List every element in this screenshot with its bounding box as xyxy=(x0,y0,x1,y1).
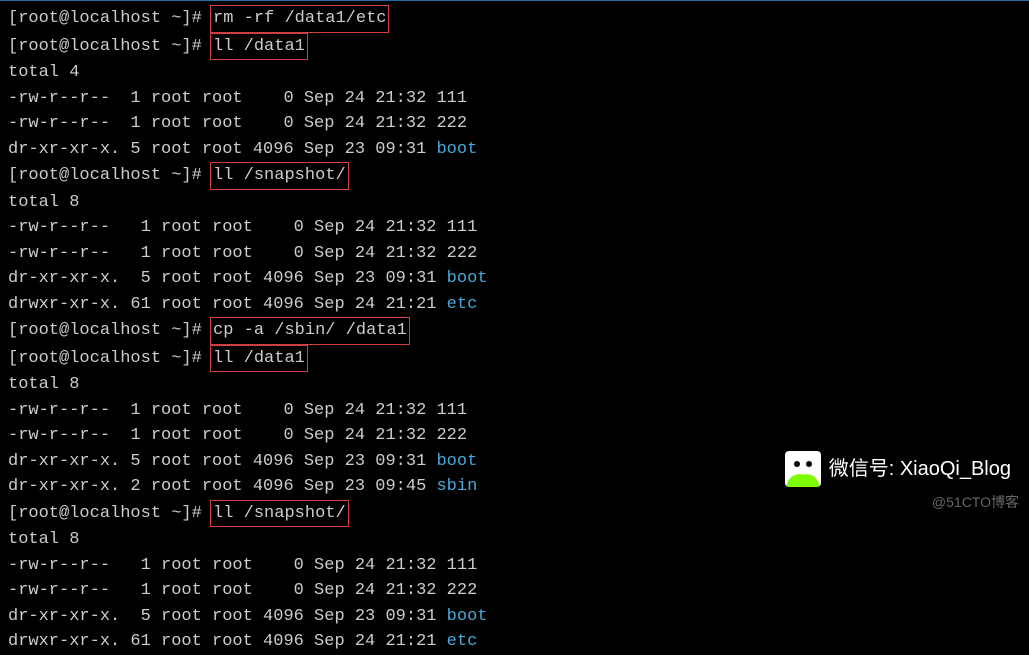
file-meta: drwxr-xr-x. 61 root root 4096 Sep 24 21:… xyxy=(8,295,447,314)
terminal-output: [root@localhost ~]# rm -rf /data1/etc[ro… xyxy=(8,5,1021,655)
command-text: cp -a /sbin/ /data1 xyxy=(210,317,410,345)
file-meta: -rw-r--r-- 1 root root 0 Sep 24 21:32 xyxy=(8,401,436,420)
shell-prompt: [root@localhost ~]# xyxy=(8,37,212,56)
watermark: 微信号: XiaoQi_Blog xyxy=(785,451,1011,487)
file-name: 222 xyxy=(447,244,478,263)
shell-prompt: [root@localhost ~]# xyxy=(8,504,212,523)
total-line: total 8 xyxy=(8,190,1021,216)
file-meta: -rw-r--r-- 1 root root 0 Sep 24 21:32 xyxy=(8,244,447,263)
file-name: 111 xyxy=(447,218,478,237)
command-text: ll /data1 xyxy=(210,345,308,373)
file-row: drwxr-xr-x. 61 root root 4096 Sep 24 21:… xyxy=(8,629,1021,655)
file-row: -rw-r--r-- 1 root root 0 Sep 24 21:32 11… xyxy=(8,398,1021,424)
file-meta: -rw-r--r-- 1 root root 0 Sep 24 21:32 xyxy=(8,581,447,600)
file-meta: dr-xr-xr-x. 5 root root 4096 Sep 23 09:3… xyxy=(8,607,447,626)
shell-prompt: [root@localhost ~]# xyxy=(8,166,212,185)
file-meta: -rw-r--r-- 1 root root 0 Sep 24 21:32 xyxy=(8,426,436,445)
file-meta: -rw-r--r-- 1 root root 0 Sep 24 21:32 xyxy=(8,114,436,133)
credit-label: @51CTO博客 xyxy=(932,492,1019,513)
prompt-line: [root@localhost ~]# ll /snapshot/ xyxy=(8,162,1021,190)
file-name: 111 xyxy=(436,89,467,108)
command-text: ll /data1 xyxy=(210,33,308,61)
file-meta: drwxr-xr-x. 61 root root 4096 Sep 24 21:… xyxy=(8,632,447,651)
command-text: ll /snapshot/ xyxy=(210,500,349,528)
shell-prompt: [root@localhost ~]# xyxy=(8,321,212,340)
shell-prompt: [root@localhost ~]# xyxy=(8,349,212,368)
command-text: rm -rf /data1/etc xyxy=(210,5,389,33)
file-meta: dr-xr-xr-x. 5 root root 4096 Sep 23 09:3… xyxy=(8,452,436,471)
prompt-line: [root@localhost ~]# ll /data1 xyxy=(8,33,1021,61)
prompt-line: [root@localhost ~]# cp -a /sbin/ /data1 xyxy=(8,317,1021,345)
watermark-label: 微信号: XiaoQi_Blog xyxy=(829,454,1011,484)
file-name: sbin xyxy=(436,477,477,496)
total-line: total 4 xyxy=(8,60,1021,86)
file-name: 111 xyxy=(447,556,478,575)
file-row: -rw-r--r-- 1 root root 0 Sep 24 21:32 22… xyxy=(8,241,1021,267)
file-meta: -rw-r--r-- 1 root root 0 Sep 24 21:32 xyxy=(8,89,436,108)
total-line: total 8 xyxy=(8,372,1021,398)
file-meta: dr-xr-xr-x. 5 root root 4096 Sep 23 09:3… xyxy=(8,140,436,159)
prompt-line: [root@localhost ~]# ll /snapshot/ xyxy=(8,500,1021,528)
file-row: dr-xr-xr-x. 5 root root 4096 Sep 23 09:3… xyxy=(8,266,1021,292)
file-name: 222 xyxy=(436,114,467,133)
file-name: etc xyxy=(447,632,478,651)
prompt-line: [root@localhost ~]# ll /data1 xyxy=(8,345,1021,373)
wechat-icon xyxy=(785,451,821,487)
file-meta: dr-xr-xr-x. 5 root root 4096 Sep 23 09:3… xyxy=(8,269,447,288)
file-name: boot xyxy=(447,607,488,626)
file-name: boot xyxy=(447,269,488,288)
file-row: drwxr-xr-x. 61 root root 4096 Sep 24 21:… xyxy=(8,292,1021,318)
file-name: boot xyxy=(436,140,477,159)
file-meta: -rw-r--r-- 1 root root 0 Sep 24 21:32 xyxy=(8,218,447,237)
file-row: -rw-r--r-- 1 root root 0 Sep 24 21:32 22… xyxy=(8,423,1021,449)
file-row: -rw-r--r-- 1 root root 0 Sep 24 21:32 11… xyxy=(8,553,1021,579)
file-meta: -rw-r--r-- 1 root root 0 Sep 24 21:32 xyxy=(8,556,447,575)
file-meta: dr-xr-xr-x. 2 root root 4096 Sep 23 09:4… xyxy=(8,477,436,496)
file-row: dr-xr-xr-x. 5 root root 4096 Sep 23 09:3… xyxy=(8,604,1021,630)
file-name: 222 xyxy=(436,426,467,445)
file-name: 111 xyxy=(436,401,467,420)
file-row: dr-xr-xr-x. 5 root root 4096 Sep 23 09:3… xyxy=(8,137,1021,163)
file-name: boot xyxy=(436,452,477,471)
file-row: -rw-r--r-- 1 root root 0 Sep 24 21:32 22… xyxy=(8,111,1021,137)
total-line: total 8 xyxy=(8,527,1021,553)
file-row: -rw-r--r-- 1 root root 0 Sep 24 21:32 11… xyxy=(8,86,1021,112)
command-text: ll /snapshot/ xyxy=(210,162,349,190)
shell-prompt: [root@localhost ~]# xyxy=(8,9,212,28)
file-row: -rw-r--r-- 1 root root 0 Sep 24 21:32 22… xyxy=(8,578,1021,604)
file-name: 222 xyxy=(447,581,478,600)
file-name: etc xyxy=(447,295,478,314)
file-row: -rw-r--r-- 1 root root 0 Sep 24 21:32 11… xyxy=(8,215,1021,241)
prompt-line: [root@localhost ~]# rm -rf /data1/etc xyxy=(8,5,1021,33)
